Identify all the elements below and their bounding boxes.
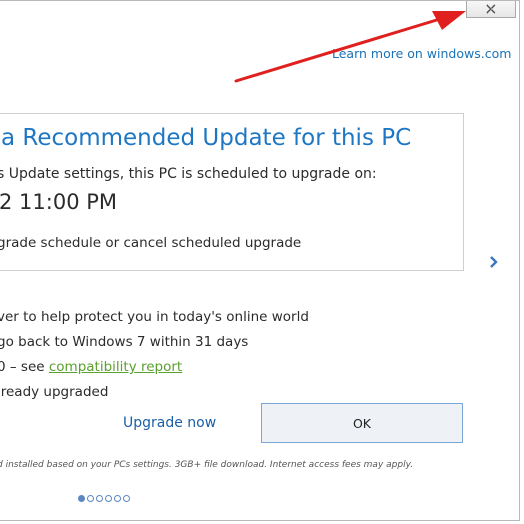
- benefit-item-text: 0 – see: [0, 359, 49, 375]
- close-x-icon: [486, 4, 497, 14]
- pagination-dot[interactable]: [87, 495, 94, 502]
- change-schedule-link[interactable]: grade schedule or cancel scheduled upgra…: [0, 235, 301, 251]
- pagination-dot[interactable]: [123, 495, 130, 502]
- pagination-dots: [78, 495, 130, 502]
- upgrade-dialog: Learn more on windows.com a Recommended …: [0, 0, 520, 521]
- pagination-dot[interactable]: [114, 495, 121, 502]
- learn-more-link[interactable]: Learn more on windows.com: [332, 46, 511, 61]
- footnote: d installed based on your PCs settings. …: [0, 460, 414, 470]
- screenshot: Learn more on windows.com a Recommended …: [0, 0, 524, 524]
- benefit-item: go back to Windows 7 within 31 days: [0, 334, 249, 350]
- upgrade-now-link[interactable]: Upgrade now: [123, 415, 216, 431]
- benefit-item: lready upgraded: [0, 384, 109, 400]
- pagination-dot[interactable]: [78, 495, 85, 502]
- close-button[interactable]: [466, 1, 516, 18]
- pagination-dot[interactable]: [105, 495, 112, 502]
- schedule-description: s Update settings, this PC is scheduled …: [0, 166, 377, 182]
- card-title: a Recommended Update for this PC: [1, 125, 412, 151]
- ok-button[interactable]: OK: [261, 403, 463, 443]
- chevron-right-icon: [490, 256, 498, 268]
- benefit-item: 0 – see compatibility report: [0, 359, 182, 375]
- pagination-dot[interactable]: [96, 495, 103, 502]
- next-page-button[interactable]: [487, 253, 501, 271]
- benefit-item: ver to help protect you in today's onlin…: [0, 309, 309, 325]
- compatibility-report-link[interactable]: compatibility report: [49, 359, 182, 375]
- scheduled-datetime: 2 11:00 PM: [0, 190, 118, 214]
